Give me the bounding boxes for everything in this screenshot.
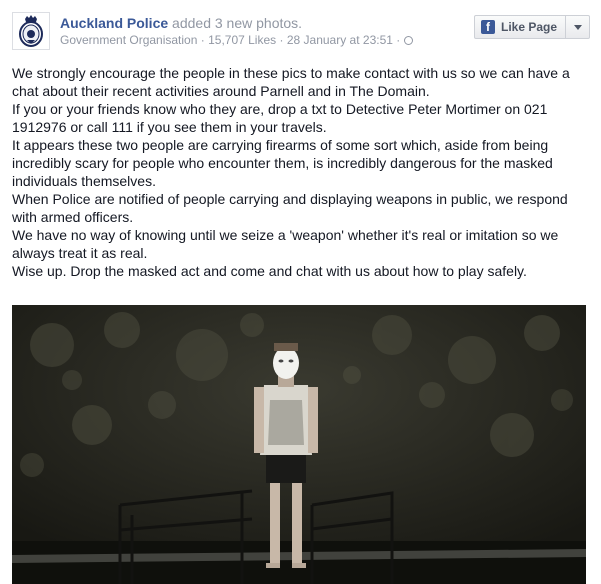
post-paragraph: We strongly encourage the people in thes… <box>12 65 570 99</box>
post-photo[interactable] <box>12 305 586 584</box>
post-header: Auckland Police added 3 new photos. Gove… <box>60 14 460 48</box>
post-title-line: Auckland Police added 3 new photos. <box>60 14 460 32</box>
chevron-down-icon <box>573 24 582 30</box>
post-timestamp[interactable]: 28 January at 23:51 <box>287 33 393 47</box>
masked-person-photo <box>12 305 586 584</box>
post-meta-line: Government Organisation · 15,707 Likes ·… <box>60 32 460 48</box>
meta-separator: · <box>279 33 284 47</box>
facebook-f-icon: f <box>481 20 495 34</box>
post-message: We strongly encourage the people in thes… <box>12 64 592 280</box>
meta-separator: · <box>200 33 205 47</box>
post-paragraph: When Police are notified of people carry… <box>12 191 568 225</box>
post-action-text: added 3 new photos. <box>172 15 303 31</box>
like-page-control: f Like Page <box>474 15 591 39</box>
facebook-post: Auckland Police added 3 new photos. Gove… <box>0 0 601 584</box>
like-page-button[interactable]: f Like Page <box>474 15 567 39</box>
post-paragraph: If you or your friends know who they are… <box>12 101 548 135</box>
post-paragraph: Wise up. Drop the masked act and come an… <box>12 263 527 279</box>
meta-separator: · <box>396 33 401 47</box>
police-crest-icon <box>13 13 49 49</box>
page-category: Government Organisation <box>60 33 198 47</box>
post-paragraph: It appears these two people are carrying… <box>12 137 553 189</box>
page-avatar[interactable] <box>12 12 50 50</box>
like-options-dropdown[interactable] <box>566 15 591 39</box>
post-paragraph: We have no way of knowing until we seize… <box>12 227 559 261</box>
like-page-label: Like Page <box>501 20 558 34</box>
globe-icon[interactable] <box>403 36 413 45</box>
page-likes-count[interactable]: 15,707 Likes <box>208 33 276 47</box>
page-name-link[interactable]: Auckland Police <box>60 15 168 31</box>
